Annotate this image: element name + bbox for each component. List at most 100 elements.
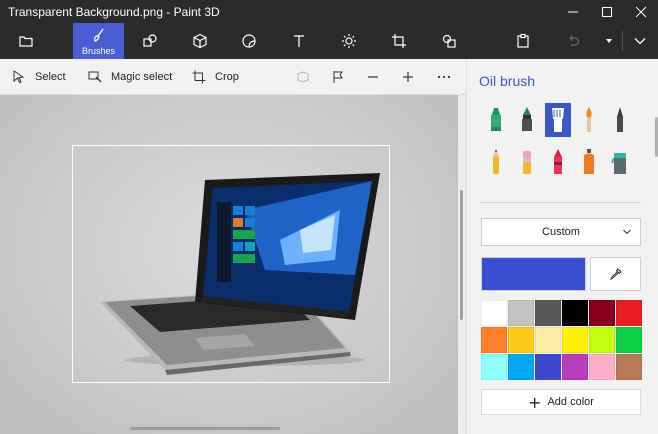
brush-marker[interactable] — [483, 103, 509, 137]
fill-bucket-icon — [611, 153, 626, 174]
close-button[interactable] — [624, 0, 658, 23]
color-swatch[interactable] — [616, 327, 642, 353]
color-swatch[interactable] — [616, 300, 642, 326]
brush-pencil[interactable] — [483, 145, 509, 179]
add-color-label: Add color — [547, 396, 594, 408]
canvas-document-frame[interactable] — [72, 145, 390, 383]
menu-button[interactable] — [8, 23, 44, 59]
crop-label: Crop — [215, 71, 239, 83]
flag-icon[interactable] — [330, 69, 346, 85]
tab-brushes-label: Brushes — [81, 45, 116, 56]
color-swatch[interactable] — [589, 300, 615, 326]
color-swatch[interactable] — [508, 300, 534, 326]
3d-view-icon[interactable] — [295, 69, 311, 85]
oil-brush-icon — [552, 108, 564, 132]
tab-stickers[interactable] — [231, 23, 267, 59]
shapes-icon — [143, 34, 157, 47]
canvas-vertical-scrollbar[interactable] — [458, 95, 466, 434]
color-swatch[interactable] — [508, 327, 534, 353]
select-button[interactable]: Select — [12, 59, 66, 95]
color-swatch[interactable] — [481, 327, 507, 353]
minimize-button[interactable] — [556, 0, 590, 23]
brush-fill[interactable] — [607, 145, 633, 179]
panel-title: Oil brush — [479, 73, 536, 89]
caret-down-icon — [606, 39, 612, 43]
color-swatch[interactable] — [508, 354, 534, 380]
select-label: Select — [35, 71, 66, 83]
zoom-out-icon[interactable] — [365, 69, 381, 85]
brush-eraser[interactable] — [514, 145, 540, 179]
color-swatch[interactable] — [589, 354, 615, 380]
undo-icon — [569, 35, 580, 46]
brush-crayon[interactable] — [545, 145, 571, 179]
texture-dropdown-value: Custom — [542, 226, 580, 238]
color-swatch[interactable] — [616, 354, 642, 380]
color-swatch[interactable] — [562, 354, 588, 380]
spray-can-icon — [584, 149, 594, 174]
history-button[interactable] — [598, 23, 620, 59]
magic-select-button[interactable]: Magic select — [88, 59, 172, 95]
texture-dropdown[interactable]: Custom — [481, 218, 641, 246]
brush-oil-brush[interactable] — [545, 103, 571, 137]
brush-spray-can[interactable] — [576, 145, 602, 179]
tab-text[interactable] — [281, 23, 317, 59]
brush-icon — [93, 28, 104, 42]
pencil-icon — [493, 149, 499, 174]
text-icon — [294, 35, 304, 47]
tab-effects[interactable] — [331, 23, 367, 59]
expand-toolbar-button[interactable] — [626, 23, 654, 59]
eyedropper-icon — [609, 268, 622, 281]
more-options-icon[interactable] — [436, 69, 452, 85]
calligraphy-pen-icon — [522, 107, 532, 131]
close-icon — [635, 6, 647, 17]
maximize-icon — [602, 6, 612, 17]
tab-3d-library[interactable] — [431, 23, 467, 59]
color-swatch[interactable] — [562, 300, 588, 326]
eraser-icon — [523, 151, 531, 174]
maximize-button[interactable] — [590, 0, 624, 23]
cursor-icon — [13, 70, 25, 84]
magic-select-label: Magic select — [111, 71, 173, 83]
tab-3d-shapes[interactable] — [182, 23, 218, 59]
crayon-icon — [554, 149, 562, 174]
plus-icon: + — [528, 392, 542, 412]
add-color-button[interactable]: + Add color — [481, 389, 641, 415]
color-swatch[interactable] — [481, 354, 507, 380]
watercolor-icon — [586, 107, 592, 132]
tab-brushes[interactable]: Brushes — [73, 23, 124, 59]
color-palette — [481, 300, 642, 380]
crop-button[interactable]: Crop — [192, 59, 239, 95]
panel-divider — [481, 202, 641, 203]
tab-canvas[interactable] — [381, 23, 417, 59]
canvas-area[interactable] — [0, 95, 466, 434]
color-swatch[interactable] — [535, 300, 561, 326]
folder-icon — [19, 36, 33, 47]
brush-watercolor[interactable] — [576, 103, 602, 137]
brush-pixel-pen[interactable] — [607, 103, 633, 137]
paste-icon — [517, 33, 529, 48]
canvas-scroll-thumb[interactable] — [460, 190, 463, 320]
color-swatch[interactable] — [481, 300, 507, 326]
magic-select-icon — [88, 71, 102, 83]
main-toolbar: Brushes — [0, 23, 658, 59]
marker-icon — [491, 108, 501, 131]
color-swatch[interactable] — [535, 354, 561, 380]
title-bar: Transparent Background.png - Paint 3D — [0, 0, 658, 23]
color-swatch[interactable] — [535, 327, 561, 353]
tab-2d-shapes[interactable] — [132, 23, 168, 59]
chevron-down-icon — [623, 229, 631, 235]
cube-icon — [193, 33, 207, 49]
eyedropper-button[interactable] — [590, 257, 641, 291]
pixel-pen-icon — [617, 107, 623, 132]
zoom-in-icon[interactable] — [400, 69, 416, 85]
color-swatch[interactable] — [589, 327, 615, 353]
chevron-down-icon — [634, 38, 646, 45]
color-swatch[interactable] — [562, 327, 588, 353]
undo-button[interactable] — [555, 23, 591, 59]
brushes-panel: Oil brush Custom + Add color — [466, 59, 658, 434]
paste-button[interactable] — [505, 23, 541, 59]
brush-calligraphy-pen[interactable] — [514, 103, 540, 137]
canvas-horizontal-scrollbar[interactable] — [130, 427, 280, 430]
minimize-icon — [568, 11, 578, 12]
current-color-swatch[interactable] — [481, 257, 586, 291]
